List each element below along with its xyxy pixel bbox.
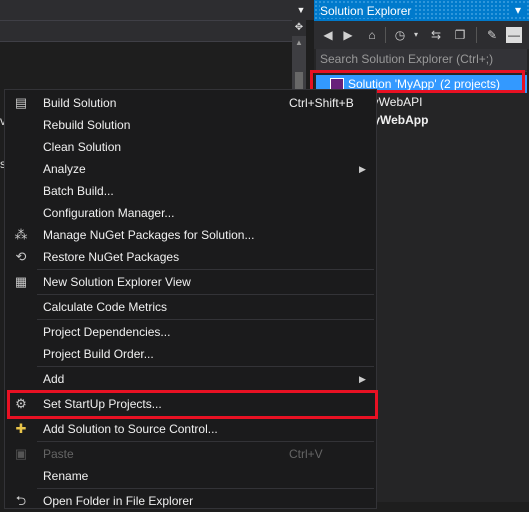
sync-icon[interactable]: ⇆ — [428, 27, 444, 43]
menu-item-manage-nuget[interactable]: ⁂ Manage NuGet Packages for Solution... — [5, 224, 376, 246]
menu-item-project-dependencies[interactable]: Project Dependencies... — [5, 321, 376, 343]
menu-item-new-solution-explorer-view[interactable]: ▦ New Solution Explorer View — [5, 271, 376, 293]
menu-separator — [37, 366, 374, 367]
restore-icon: ⟲ — [15, 249, 27, 264]
folder-icon: ⮌ — [15, 493, 27, 508]
menu-separator — [37, 269, 374, 270]
forward-icon[interactable]: ▶ — [340, 27, 356, 43]
menu-item-project-build-order[interactable]: Project Build Order... — [5, 343, 376, 365]
menu-item-batch-build[interactable]: Batch Build... — [5, 180, 376, 202]
solution-explorer-search[interactable] — [316, 49, 529, 72]
menu-separator — [37, 319, 374, 320]
tab-dropdown-icon[interactable]: ▼ — [294, 3, 308, 17]
nuget-icon: ⁂ — [14, 227, 28, 242]
menu-separator — [37, 294, 374, 295]
menu-item-clean-solution[interactable]: Clean Solution — [5, 136, 376, 158]
menu-item-add-to-source-control[interactable]: ✚ Add Solution to Source Control... — [5, 418, 376, 440]
menu-separator — [37, 488, 374, 489]
split-editor-icon[interactable]: ✥ — [292, 20, 306, 36]
tree-item-project[interactable]: lyWebAPI — [370, 93, 422, 111]
navigation-bar[interactable] — [0, 20, 292, 42]
menu-item-open-folder[interactable]: ⮌ Open Folder in File Explorer — [5, 490, 376, 512]
properties-icon[interactable]: ✎ — [484, 27, 500, 43]
submenu-arrow-icon: ▶ — [359, 374, 366, 384]
chevron-down-icon[interactable]: ▾ — [408, 27, 424, 43]
build-icon: ▤ — [14, 95, 28, 110]
menu-item-build-solution[interactable]: ▤ Build Solution Ctrl+Shift+B — [5, 92, 376, 114]
menu-item-restore-nuget[interactable]: ⟲ Restore NuGet Packages — [5, 246, 376, 268]
home-icon[interactable]: ⌂ — [364, 27, 380, 43]
menu-item-rename[interactable]: Rename — [5, 465, 376, 487]
menu-separator — [37, 441, 374, 442]
solution-explorer-titlebar[interactable]: Solution Explorer ▾ — [314, 0, 529, 21]
history-icon[interactable]: ◷ — [392, 27, 408, 43]
document-tab-strip — [0, 0, 314, 20]
submenu-arrow-icon: ▶ — [359, 164, 366, 174]
menu-item-paste[interactable]: ▣ Paste Ctrl+V — [5, 443, 376, 465]
source-control-icon: ✚ — [15, 421, 27, 436]
new-view-icon: ▦ — [14, 274, 28, 289]
pin-icon[interactable]: ▾ — [511, 3, 525, 17]
solution-explorer-toolbar: ◀ ▶ ⌂ ◷ ▾ ⇆ ❐ ✎ — — [314, 21, 529, 49]
search-input[interactable] — [316, 49, 529, 69]
panel-title: Solution Explorer — [320, 4, 416, 18]
highlight-box-set-startup — [7, 390, 378, 419]
collapse-all-icon[interactable]: ❐ — [452, 27, 468, 43]
tree-item-project[interactable]: lyWebApp — [370, 111, 428, 129]
scroll-up-icon[interactable]: ▲ — [292, 36, 306, 50]
paste-icon: ▣ — [14, 446, 28, 461]
menu-item-rebuild-solution[interactable]: Rebuild Solution — [5, 114, 376, 136]
menu-item-analyze[interactable]: Analyze ▶ — [5, 158, 376, 180]
menu-item-add[interactable]: Add ▶ — [5, 368, 376, 390]
menu-item-calculate-code-metrics[interactable]: Calculate Code Metrics — [5, 296, 376, 318]
menu-item-configuration-manager[interactable]: Configuration Manager... — [5, 202, 376, 224]
minimize-icon[interactable]: — — [506, 27, 522, 43]
back-icon[interactable]: ◀ — [320, 27, 336, 43]
context-menu: ▤ Build Solution Ctrl+Shift+B Rebuild So… — [4, 89, 377, 509]
